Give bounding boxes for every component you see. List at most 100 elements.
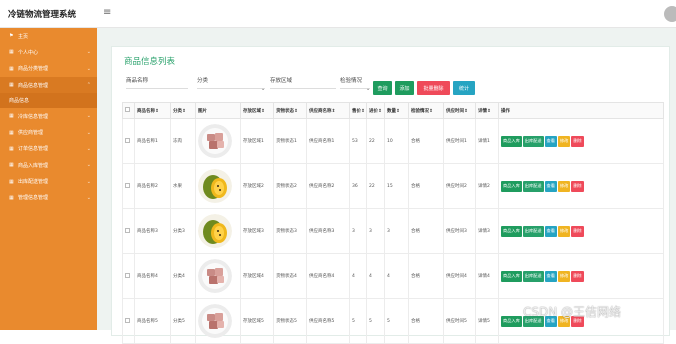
column-header[interactable]: 货物状态⇕: [273, 102, 307, 119]
sidebar-item[interactable]: ▦ 冷库信息管理 ⌄: [0, 108, 97, 124]
stock-in-button[interactable]: 商品入库: [501, 180, 522, 192]
app-title: 冷链物流管理系统: [8, 10, 77, 20]
top-bar: 冷链物流管理系统 ≡: [0, 0, 676, 28]
row-checkbox[interactable]: [125, 182, 130, 188]
storage-input[interactable]: [270, 88, 336, 89]
grid-icon: ▦: [9, 49, 14, 56]
cell-status: 货物状态2: [273, 163, 307, 209]
column-header[interactable]: 商品名称⇕: [134, 102, 171, 119]
column-header[interactable]: 数量⇕: [384, 102, 409, 119]
sidebar-item[interactable]: ▦ 供应商管理 ⌄: [0, 124, 97, 140]
chevron-up-icon: ⌃: [86, 82, 91, 89]
batch-delete-button[interactable]: 批量删除: [417, 81, 450, 95]
sidebar-item-label: 主页: [18, 33, 29, 40]
sidebar: ⚑ 主页 ▦ 个人中心 ⌄ ▦ 商品分类管理 ⌄ ▦ 商品信息管理 ⌃ 商品信息 ▦ 冷库信息管理 ⌄ ▦ 供应…: [0, 28, 97, 330]
name-input[interactable]: [126, 88, 188, 89]
sidebar-item[interactable]: ▦ 管理信息管理 ⌄: [0, 190, 97, 206]
sidebar-subitem-product-info[interactable]: 商品信息: [0, 93, 97, 109]
stock-in-button[interactable]: 商品入库: [501, 270, 522, 282]
avatar[interactable]: [664, 6, 676, 22]
column-header: 操作: [498, 102, 664, 119]
column-header[interactable]: 分类⇕: [170, 102, 196, 119]
cell-cost: 3: [366, 208, 385, 254]
delete-button[interactable]: 删除: [571, 135, 584, 147]
row-checkbox[interactable]: [125, 137, 130, 143]
column-header[interactable]: 供应时间⇕: [443, 102, 476, 119]
cell-price: 36: [349, 163, 367, 209]
grid-icon: ▦: [9, 145, 14, 152]
stock-in-button[interactable]: 商品入库: [501, 315, 522, 327]
sidebar-item[interactable]: ▦ 出库配送管理 ⌄: [0, 173, 97, 189]
chevron-down-icon: ⌄: [86, 65, 91, 72]
select-all-cell[interactable]: [122, 102, 135, 119]
column-header[interactable]: 进价⇕: [366, 102, 385, 119]
edit-button[interactable]: 修改: [557, 135, 571, 147]
column-header[interactable]: 检验情况⇕: [408, 102, 444, 119]
grid-icon: ▦: [9, 129, 14, 136]
row-checkbox[interactable]: [125, 317, 130, 323]
delete-button[interactable]: 删除: [571, 270, 584, 282]
sidebar-item[interactable]: ▦ 订单信息管理 ⌄: [0, 141, 97, 157]
cell-cost: 22: [366, 118, 385, 164]
delete-button[interactable]: 删除: [571, 180, 584, 192]
column-header[interactable]: 售价⇕: [349, 102, 367, 119]
cell-check: 合格: [408, 118, 444, 164]
delete-button[interactable]: 删除: [571, 225, 584, 237]
cell-price: 3: [349, 208, 367, 254]
cell-detail: 详情2: [475, 163, 499, 209]
select-all-checkbox[interactable]: [125, 107, 130, 112]
column-header[interactable]: 详情⇕: [475, 102, 499, 119]
filter-inspection-label: 检验情况: [340, 78, 363, 84]
view-button[interactable]: 查看: [544, 225, 557, 237]
product-image-cell: [195, 118, 241, 164]
sidebar-item-label: 冷库信息管理: [18, 113, 49, 120]
sidebar-item[interactable]: ⚑ 主页: [0, 28, 97, 44]
menu-icon[interactable]: ≡: [103, 7, 111, 18]
ship-out-button[interactable]: 出库配送: [522, 135, 544, 147]
stats-button[interactable]: 统计: [453, 81, 475, 95]
chevron-down-icon[interactable]: ⌄: [366, 86, 370, 92]
product-image: [198, 304, 240, 338]
column-header[interactable]: 供应商名称⇕: [306, 102, 350, 119]
view-button[interactable]: 查看: [544, 180, 557, 192]
cell-time: 供应时间3: [443, 208, 476, 254]
row-select-cell[interactable]: [122, 253, 135, 299]
row-select-cell[interactable]: [122, 208, 135, 254]
product-image: [198, 259, 240, 293]
row-actions: 商品入库 出库配送 查看 修改 删除: [498, 208, 664, 254]
view-button[interactable]: 查看: [544, 270, 557, 282]
view-button[interactable]: 查看: [544, 135, 557, 147]
cell-name: 商品名称5: [134, 298, 171, 344]
edit-button[interactable]: 修改: [557, 270, 571, 282]
row-checkbox[interactable]: [125, 227, 130, 233]
watermark: CSDN @王佶网络: [523, 305, 622, 319]
product-image-cell: [195, 163, 241, 209]
row-select-cell[interactable]: [122, 298, 135, 344]
query-button[interactable]: 查询: [373, 81, 392, 95]
sidebar-item[interactable]: ▦ 个人中心 ⌄: [0, 44, 97, 60]
edit-button[interactable]: 修改: [557, 225, 571, 237]
chevron-down-icon: ⌄: [86, 145, 91, 152]
table-row: 商品名称3 分类3 存放区域3 货物状态3 供应商名称3 3 3 3 合格 供应时间3 详情3 商品入…: [122, 208, 664, 254]
stock-in-button[interactable]: 商品入库: [501, 135, 522, 147]
add-button[interactable]: 添加: [395, 81, 414, 95]
sidebar-item[interactable]: ▦ 商品入库管理 ⌄: [0, 157, 97, 173]
sidebar-item[interactable]: ▦ 商品分类管理 ⌄: [0, 61, 97, 77]
row-select-cell[interactable]: [122, 163, 135, 209]
chevron-down-icon[interactable]: ⌄: [261, 86, 265, 92]
cell-detail: 详情4: [475, 253, 499, 299]
ship-out-button[interactable]: 出库配送: [522, 225, 544, 237]
category-select[interactable]: [197, 88, 265, 89]
ship-out-button[interactable]: 出库配送: [522, 270, 544, 282]
row-checkbox[interactable]: [125, 272, 130, 278]
column-header[interactable]: 存放区域⇕: [240, 102, 274, 119]
row-select-cell[interactable]: [122, 118, 135, 164]
page-title: 商品信息列表: [124, 57, 176, 67]
grid-icon: ▦: [9, 113, 14, 120]
edit-button[interactable]: 修改: [557, 180, 571, 192]
stock-in-button[interactable]: 商品入库: [501, 225, 522, 237]
sidebar-item[interactable]: ▦ 商品信息管理 ⌃: [0, 76, 97, 94]
cell-supplier: 供应商名称5: [306, 298, 350, 344]
cell-check: 合格: [408, 163, 444, 209]
ship-out-button[interactable]: 出库配送: [522, 180, 544, 192]
